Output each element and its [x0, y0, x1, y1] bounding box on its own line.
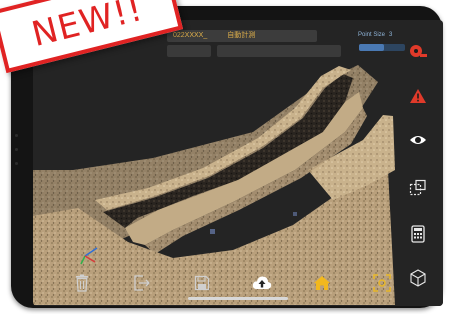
upload-button[interactable] [251, 272, 273, 294]
warning-button[interactable] [408, 86, 428, 106]
eye-icon [410, 136, 426, 144]
device-sensor [15, 162, 18, 165]
point-size-label: Point Size 3 [358, 32, 393, 38]
delete-button[interactable] [71, 272, 93, 294]
device-sensor [15, 148, 18, 151]
project-field[interactable]: 022XXXX_ 自動計測 [167, 30, 317, 42]
trash-icon [76, 274, 88, 292]
point-size-slider-fill [359, 44, 385, 51]
export-button[interactable] [131, 272, 153, 294]
save-button[interactable] [191, 272, 213, 294]
upload-cloud-icon [252, 276, 272, 289]
focus-scan-icon [373, 274, 391, 292]
focus-scan-button[interactable] [371, 272, 393, 294]
point-size-slider[interactable] [359, 44, 405, 51]
point-cloud-viewport[interactable] [33, 20, 443, 306]
home-icon [314, 276, 330, 290]
wireframe-view-button[interactable] [408, 268, 428, 288]
section-box-icon [409, 179, 426, 196]
tape-measure-button[interactable] [408, 41, 428, 61]
visibility-button[interactable] [408, 130, 428, 150]
mode-label: 自動計測 [227, 32, 256, 39]
section-box-button[interactable] [408, 178, 428, 198]
home-button[interactable] [311, 272, 333, 294]
wireframe-cube-icon [410, 269, 426, 287]
secondary-field[interactable] [167, 45, 211, 57]
home-indicator[interactable] [188, 297, 288, 300]
point-size-value: 3 [389, 32, 393, 38]
app-screen: 022XXXX_ 自動計測 Point Size 3 [33, 20, 443, 306]
project-label: 022XXXX_ [173, 32, 208, 39]
save-icon [194, 275, 210, 291]
device-sensor [15, 134, 18, 137]
warning-icon [410, 89, 426, 103]
secondary-field[interactable] [217, 45, 341, 57]
export-icon [134, 275, 150, 291]
tape-measure-icon [410, 45, 427, 57]
calculator-button[interactable] [408, 224, 428, 244]
calculator-icon [411, 225, 425, 243]
